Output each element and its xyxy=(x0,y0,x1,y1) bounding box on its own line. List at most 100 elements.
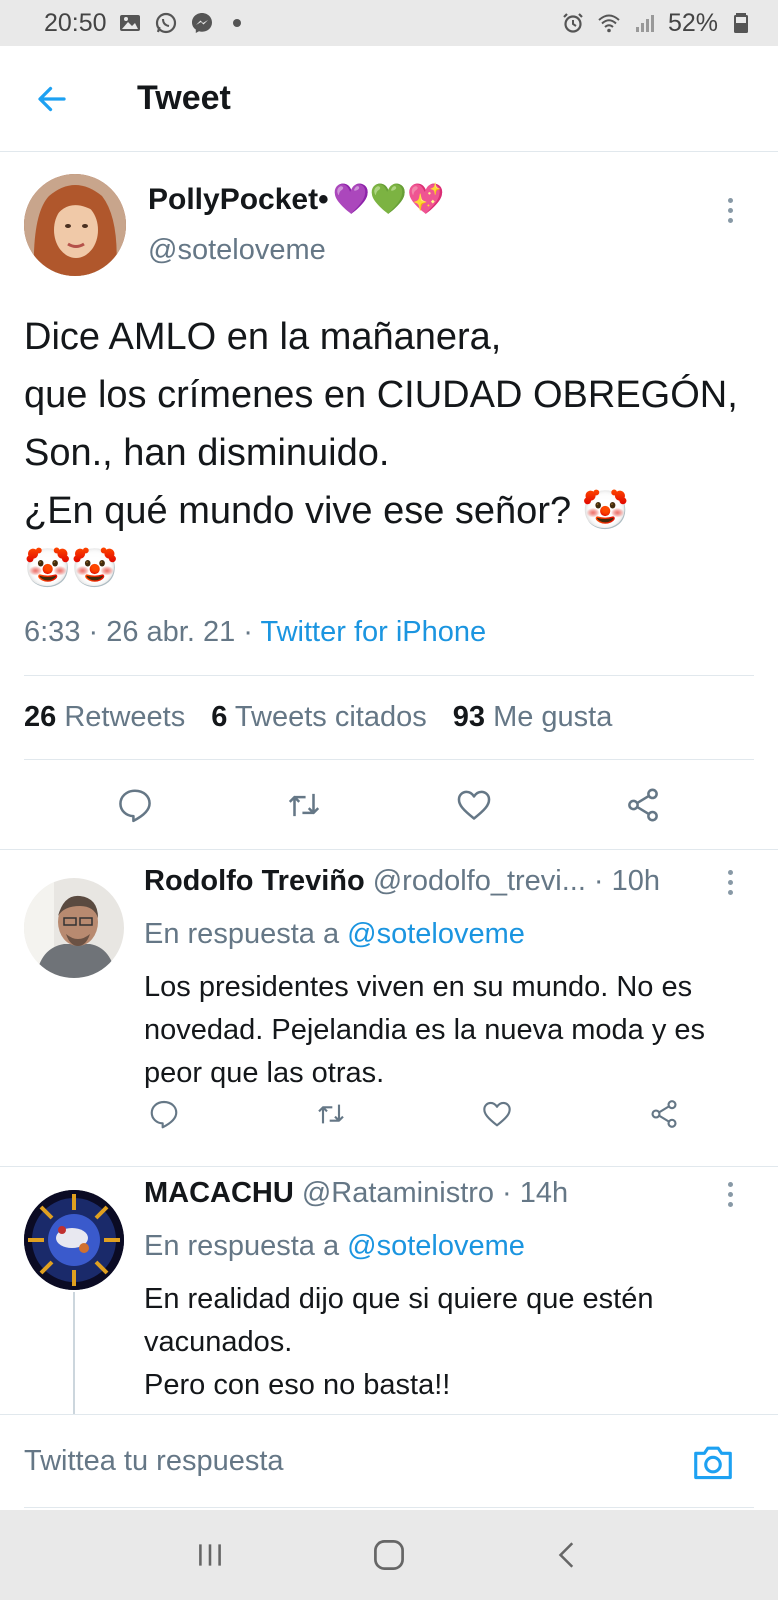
camera-icon xyxy=(694,1446,732,1480)
chevron-left-icon xyxy=(559,1542,574,1568)
reply-text: En realidad dijo que si quiere que estén… xyxy=(144,1283,654,1401)
more-dot-icon xyxy=(727,217,733,223)
tweet-date: 26 abr. 21 xyxy=(106,616,236,648)
heart-icon xyxy=(483,1101,512,1127)
home-button[interactable] xyxy=(359,1525,419,1585)
status-left: 20:50 xyxy=(44,9,241,38)
recent-apps-icon xyxy=(198,1544,221,1566)
reply-text: Los presidentes viven en su mundo. No es… xyxy=(144,971,706,1089)
reply-header: Rodolfo Treviño @rodolfo_trevi... · 10h xyxy=(144,856,660,906)
more-dot-icon xyxy=(727,889,733,895)
reply-more-button[interactable] xyxy=(718,1174,742,1214)
reply-tweet[interactable]: Rodolfo Treviño @rodolfo_trevi... · 10h … xyxy=(0,856,778,1166)
notification-dot-icon xyxy=(232,19,241,27)
main-tweet: PollyPocket• 💜💚💖 @soteloveme Dice AMLO e… xyxy=(0,152,778,850)
reply-button[interactable] xyxy=(144,1094,184,1134)
more-dot-icon xyxy=(727,1181,733,1187)
retweet-button[interactable] xyxy=(311,1094,351,1134)
reply-compose-input[interactable]: Twittea tu respuesta xyxy=(24,1445,284,1478)
likes-stat[interactable]: 93 Me gusta xyxy=(453,701,613,734)
heart-icon xyxy=(457,790,491,820)
tweet-time: 6:33 xyxy=(24,616,81,648)
reply-author-name[interactable]: MACACHU xyxy=(144,1177,294,1210)
tweet-more-button[interactable] xyxy=(718,190,742,230)
whatsapp-icon xyxy=(153,10,179,36)
author-name-emojis: 💜💚💖 xyxy=(332,183,445,216)
in-reply-to: En respuesta a @soteloveme xyxy=(144,1230,525,1263)
reply-avatar[interactable] xyxy=(24,878,124,978)
camera-button[interactable] xyxy=(692,1443,738,1483)
tweet-timestamp-row: 6:33 · 26 abr. 21 · Twitter for iPhone xyxy=(24,616,754,676)
author-name-text: PollyPocket• xyxy=(148,182,329,216)
tweet-stats-row: 26 Retweets 6 Tweets citados 93 Me gusta xyxy=(24,676,754,760)
quotes-stat[interactable]: 6 Tweets citados xyxy=(211,701,427,734)
retweets-stat[interactable]: 26 Retweets xyxy=(24,701,185,734)
author-handle[interactable]: @soteloveme xyxy=(148,234,326,267)
reply-age: · 14h xyxy=(502,1176,569,1209)
gallery-icon xyxy=(117,10,143,36)
status-time: 20:50 xyxy=(44,8,107,37)
likes-count: 93 xyxy=(452,701,485,733)
tweet-author-row: PollyPocket• 💜💚💖 @soteloveme xyxy=(0,152,778,282)
status-right: 52% xyxy=(560,9,754,38)
in-reply-to-prefix: En respuesta a xyxy=(144,918,340,950)
share-icon xyxy=(651,1100,677,1128)
alarm-icon xyxy=(560,10,586,36)
like-button[interactable] xyxy=(477,1094,517,1134)
more-dot-icon xyxy=(727,1191,733,1197)
more-dot-icon xyxy=(727,879,733,885)
reply-age: · 10h xyxy=(593,864,661,897)
more-dot-icon xyxy=(727,197,733,203)
reply-author-handle[interactable]: @rodolfo_trevi... xyxy=(373,865,586,898)
more-dot-icon xyxy=(727,869,733,875)
retweet-icon xyxy=(317,1104,344,1124)
reply-author-name[interactable]: Rodolfo Treviño xyxy=(144,865,365,898)
retweets-count: 26 xyxy=(24,701,57,733)
in-reply-to-mention[interactable]: @soteloveme xyxy=(347,1230,525,1262)
like-button[interactable] xyxy=(450,781,498,829)
share-button[interactable] xyxy=(619,781,667,829)
reply-button[interactable] xyxy=(111,781,159,829)
quotes-count: 6 xyxy=(211,701,228,733)
home-icon xyxy=(374,1540,404,1570)
back-arrow-icon xyxy=(38,86,66,111)
reply-tweet[interactable]: MACACHU @Rataministro · 14h En respuesta… xyxy=(0,1168,778,1414)
reply-divider xyxy=(0,1166,778,1167)
thread-line xyxy=(73,1292,75,1414)
reply-header: MACACHU @Rataministro · 14h xyxy=(144,1168,568,1218)
compose-underline xyxy=(24,1507,754,1508)
reply-more-button[interactable] xyxy=(718,862,742,902)
author-avatar[interactable] xyxy=(24,174,126,276)
share-icon xyxy=(628,788,659,821)
author-name[interactable]: PollyPocket• 💜💚💖 xyxy=(148,182,445,217)
retweets-label: Retweets xyxy=(64,701,186,733)
system-back-button[interactable] xyxy=(538,1525,598,1585)
tweet-source-link[interactable]: Twitter for iPhone xyxy=(261,616,487,648)
status-bar: 20:50 52% xyxy=(0,0,778,46)
battery-icon xyxy=(728,10,754,36)
in-reply-to-prefix: En respuesta a xyxy=(144,1230,340,1262)
page-title: Tweet xyxy=(137,79,231,117)
share-button[interactable] xyxy=(644,1094,684,1134)
retweet-button[interactable] xyxy=(280,781,328,829)
signal-icon xyxy=(632,10,658,36)
likes-label: Me gusta xyxy=(493,701,613,733)
more-dot-icon xyxy=(727,1201,733,1207)
messenger-icon xyxy=(189,10,215,36)
reply-actions-bar xyxy=(144,1094,684,1134)
wifi-icon xyxy=(596,10,622,36)
retweet-icon xyxy=(289,793,320,816)
tweet-text: Dice AMLO en la mañanera, que los crímen… xyxy=(24,316,738,590)
tweet-actions-bar xyxy=(0,760,778,850)
in-reply-to-mention[interactable]: @soteloveme xyxy=(347,918,525,950)
recent-apps-button[interactable] xyxy=(180,1525,240,1585)
reply-icon xyxy=(118,788,151,822)
quotes-label: Tweets citados xyxy=(234,701,427,733)
back-button[interactable] xyxy=(22,69,82,129)
reply-avatar[interactable] xyxy=(24,1190,124,1290)
in-reply-to: En respuesta a @soteloveme xyxy=(144,918,525,951)
reply-icon xyxy=(150,1100,178,1129)
app-header: Tweet xyxy=(0,46,778,152)
reply-author-handle[interactable]: @Rataministro xyxy=(302,1177,494,1210)
android-nav-bar xyxy=(0,1510,778,1600)
